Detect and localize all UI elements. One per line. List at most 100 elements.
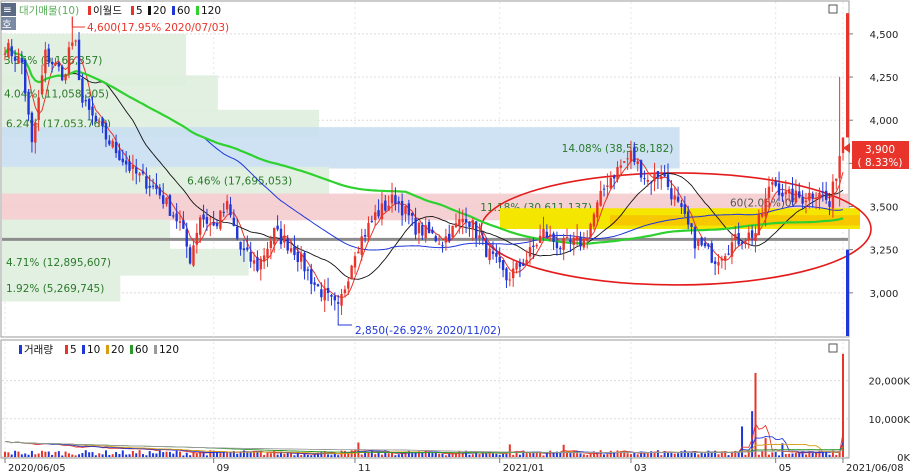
candle-body — [549, 234, 552, 237]
price-tick-label: 3,000 — [870, 289, 899, 300]
volume-bar — [774, 452, 777, 457]
candle-body — [612, 175, 616, 179]
candle-body — [229, 204, 232, 216]
candle-body — [387, 205, 390, 211]
candle-body — [565, 237, 569, 239]
volume-bar — [660, 455, 663, 457]
legend-label: 60 — [177, 5, 190, 17]
volume-profile-label: 1.92% (5,269,745) — [6, 283, 104, 295]
candle-body — [454, 223, 458, 228]
candle-body — [74, 40, 77, 42]
candle-body — [653, 172, 656, 182]
volume-bar — [549, 450, 552, 457]
candle-body — [811, 193, 814, 198]
legend-swatch — [65, 345, 68, 354]
volume-legend-title: 거래량 — [24, 344, 53, 356]
candle-body — [10, 46, 13, 57]
candle-body — [310, 269, 313, 284]
volume-bar — [444, 455, 447, 457]
candle-body — [155, 184, 158, 190]
volume-bar — [47, 451, 50, 457]
volume-bar — [202, 452, 205, 457]
candle-body — [192, 245, 195, 266]
candle-body — [414, 217, 417, 235]
volume-bar — [508, 444, 511, 457]
candle-body — [491, 251, 495, 254]
candle-body — [61, 66, 64, 81]
volume-bar — [14, 450, 17, 457]
candle-body — [724, 256, 727, 260]
candle-body — [421, 225, 424, 236]
candle-body — [87, 98, 91, 110]
candle-body — [417, 222, 421, 234]
candle-body — [336, 302, 340, 304]
candle-body — [27, 91, 30, 115]
candle-body — [91, 106, 94, 116]
volume-bar — [172, 453, 175, 457]
candle-body — [458, 219, 461, 226]
candle-body — [17, 56, 20, 64]
volume-bar — [98, 453, 101, 457]
volume-bar — [179, 451, 182, 457]
candle-body — [205, 217, 209, 224]
candle-body — [505, 268, 508, 281]
candle-body — [592, 214, 596, 227]
volume-bar — [162, 452, 165, 457]
volume-bar — [518, 454, 521, 457]
candle-body — [135, 167, 138, 174]
volume-bar — [754, 372, 757, 457]
volume-bar — [111, 454, 114, 457]
candle-body — [777, 183, 781, 196]
candle-body — [293, 246, 296, 256]
candle-body — [538, 235, 542, 243]
volume-bar — [431, 453, 434, 457]
volume-bar — [4, 451, 6, 457]
candle-body — [94, 115, 98, 122]
volume-bar — [91, 452, 94, 457]
legend-label: 5 — [136, 5, 143, 17]
candle-body — [508, 279, 512, 281]
legend-swatch — [148, 6, 151, 15]
legend-label: 120 — [159, 344, 179, 356]
price-tick-label: 4,250 — [870, 73, 899, 84]
candle-body — [273, 227, 276, 245]
candle-body — [639, 160, 643, 178]
volume-bar — [747, 452, 750, 457]
volume-bar — [767, 454, 770, 457]
candle-body — [54, 62, 57, 66]
volume-tick-label: 20,000K — [868, 377, 910, 388]
volume-bar — [764, 437, 767, 457]
candle-body — [488, 248, 491, 261]
candle-body — [464, 219, 468, 223]
volume-bar — [192, 452, 195, 457]
candle-body — [357, 251, 360, 254]
candle-body — [481, 237, 485, 239]
volume-bar — [424, 450, 427, 457]
volume-bar — [434, 452, 437, 457]
volume-bar — [300, 455, 303, 457]
candle-body — [713, 261, 717, 264]
candle-body — [81, 78, 84, 103]
legend-swatch — [196, 6, 199, 15]
candle-body — [209, 223, 212, 225]
candle-body — [656, 171, 660, 178]
volume-bar — [804, 454, 807, 457]
volume-bar — [175, 450, 178, 457]
volume-bar — [808, 450, 811, 457]
legend-swatch — [130, 345, 133, 354]
x-tick-label: 2021/06/08 — [846, 463, 904, 474]
volume-bar — [121, 450, 124, 457]
volume-bar — [118, 453, 121, 457]
candle-body — [326, 287, 330, 294]
volume-bar — [633, 452, 636, 457]
volume-bar — [165, 451, 168, 457]
volume-profile-label: 4.71% (12,895,607) — [6, 257, 111, 269]
candle-body — [188, 247, 192, 264]
candle-body — [781, 192, 784, 197]
candle-body — [225, 200, 229, 210]
candle-body — [814, 197, 818, 199]
price-tick-label: 4,500 — [870, 30, 899, 41]
candle-body — [165, 197, 168, 205]
candle-body — [44, 49, 47, 74]
candle-body — [818, 192, 821, 200]
